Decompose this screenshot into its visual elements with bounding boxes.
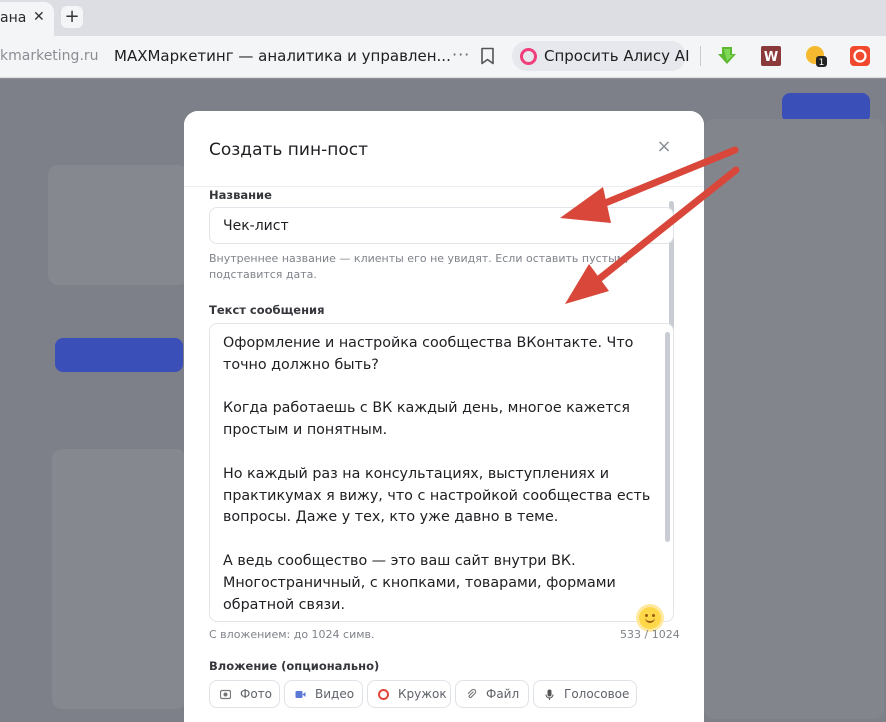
ask-alice-label: Спросить Алису AI (544, 47, 690, 65)
download-extension-icon[interactable] (716, 45, 738, 67)
toolbar-divider (700, 46, 701, 66)
paperclip-icon (467, 689, 477, 699)
background-card (48, 165, 188, 285)
message-paragraph: А ведь сообщество — это ваш сайт внутри … (223, 552, 616, 613)
tab-close-icon[interactable]: ✕ (33, 9, 45, 25)
message-paragraph: Оформление и настройка сообщества ВКонта… (223, 335, 634, 373)
name-label: Название (209, 188, 272, 202)
attach-file-button[interactable]: Файл (455, 680, 529, 708)
attach-circle-button[interactable]: Кружок (367, 680, 451, 708)
name-hint: Внутреннее название — клиенты его не уви… (209, 252, 629, 281)
header-divider (184, 186, 704, 187)
alice-icon (520, 48, 537, 65)
message-paragraph: Когда работаешь с ВК каждый день, многое… (223, 400, 631, 439)
name-input-value: Чек-лист (223, 218, 289, 234)
coin-extension-icon[interactable]: 1 (805, 45, 827, 67)
address-bar: kmarketing.ru MAXМаркетинг — аналитика и… (0, 36, 886, 78)
photo-icon (220, 689, 231, 700)
background-list-panel (52, 449, 186, 709)
attachment-limit-hint: С вложением: до 1024 симв. (209, 628, 375, 641)
dialog-title: Создать пин-пост (209, 140, 368, 160)
close-icon[interactable]: × (656, 138, 672, 156)
attach-video-label: Видео (315, 687, 355, 701)
emoji-picker-icon[interactable] (639, 607, 661, 629)
more-icon[interactable]: ··· (452, 45, 470, 64)
attach-photo-button[interactable]: Фото (209, 680, 280, 708)
ask-alice-button[interactable]: Спросить Алису AI (512, 41, 690, 71)
orange-extension-icon[interactable] (849, 45, 871, 67)
microphone-icon (545, 689, 554, 700)
circle-video-icon (378, 689, 389, 700)
message-textarea[interactable]: Оформление и настройка сообщества ВКонта… (209, 323, 674, 622)
char-counter: 533 / 1024 (620, 628, 680, 641)
name-input[interactable]: Чек-лист (209, 207, 674, 244)
message-text: Оформление и настройка сообщества ВКонта… (223, 333, 653, 616)
extension-badge-count: 1 (819, 58, 825, 67)
new-tab-button[interactable]: + (61, 6, 83, 28)
attach-file-label: Файл (486, 687, 520, 701)
message-text-label: Текст сообщения (209, 303, 325, 317)
url-host[interactable]: kmarketing.ru (0, 48, 99, 64)
background-action-button (55, 338, 183, 372)
dialog-header: Создать пин-пост × (184, 111, 704, 187)
attach-photo-label: Фото (240, 687, 273, 701)
w-extension-icon[interactable]: W (760, 45, 782, 67)
message-paragraph: Но каждый раз на консультациях, выступле… (223, 465, 651, 526)
attach-voice-label: Голосовое (564, 687, 630, 701)
attach-circle-label: Кружок (398, 687, 447, 701)
svg-text:W: W (764, 50, 778, 65)
browser-tab-bar: ана ✕ + (0, 0, 886, 36)
attach-video-button[interactable]: Видео (284, 680, 363, 708)
tab-title: ана (0, 10, 27, 26)
page-title[interactable]: MAXМаркетинг — аналитика и управлен... (114, 47, 451, 65)
create-pin-post-dialog: Создать пин-пост × Название Чек-лист Вну… (184, 111, 704, 722)
attachment-label: Вложение (опционально) (209, 659, 380, 673)
video-icon (295, 691, 306, 698)
background-side-panel (704, 119, 884, 719)
textarea-scrollbar[interactable] (665, 332, 670, 542)
bookmark-icon[interactable] (480, 47, 495, 65)
attach-voice-button[interactable]: Голосовое (533, 680, 637, 708)
browser-tab[interactable]: ана ✕ (0, 2, 54, 36)
